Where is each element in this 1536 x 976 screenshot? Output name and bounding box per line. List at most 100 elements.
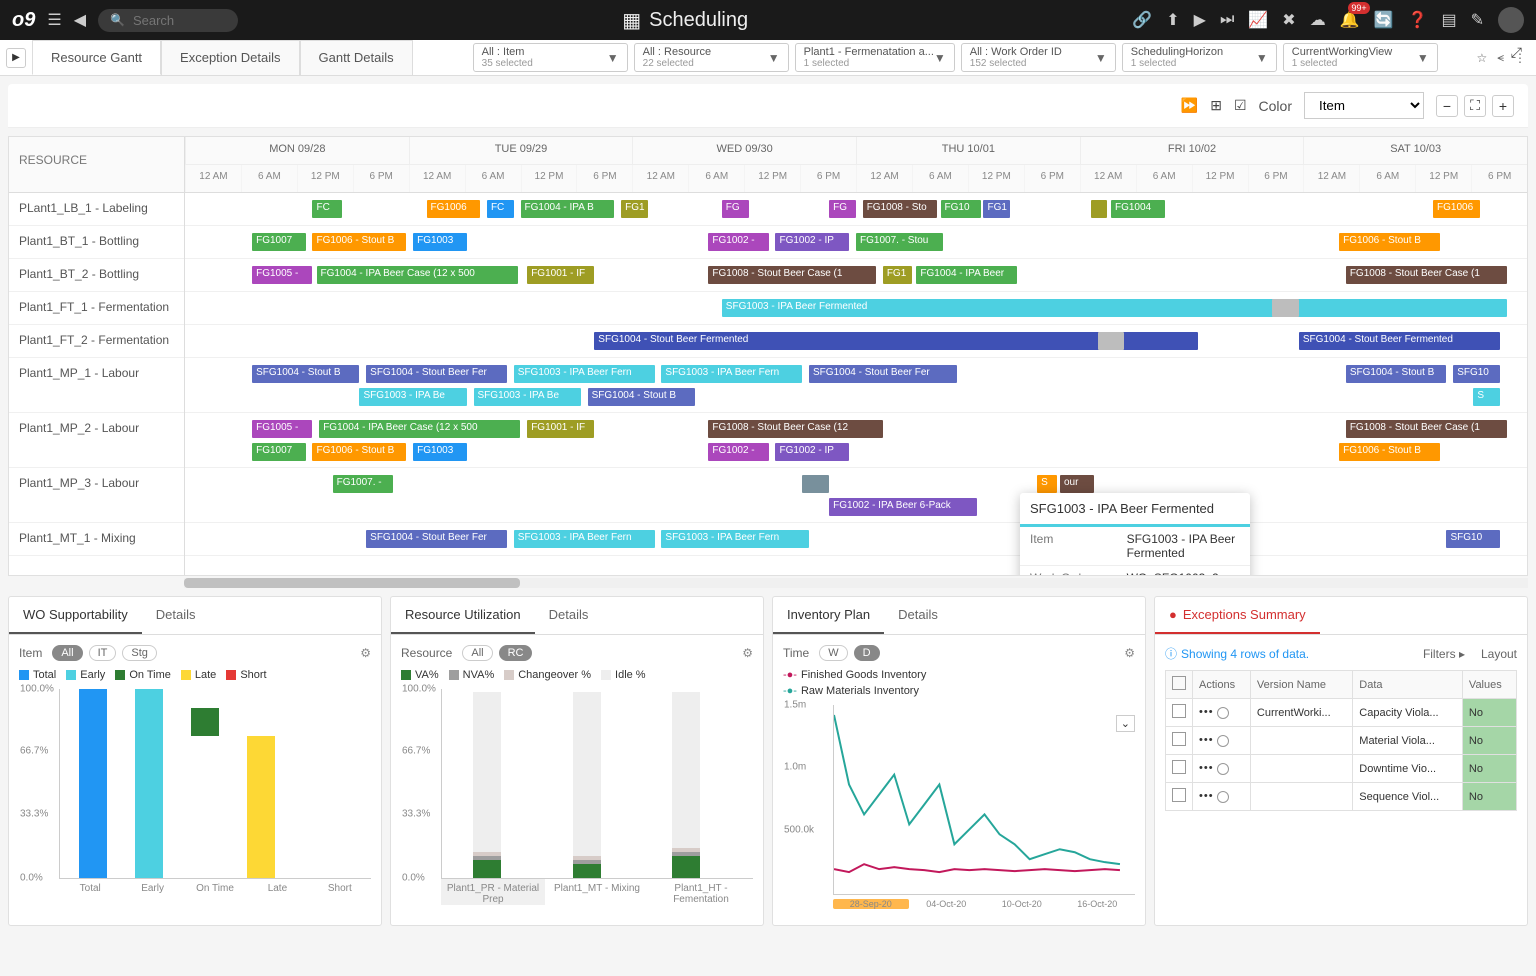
checkbox[interactable] [1172, 704, 1186, 718]
gantt-bar[interactable] [1306, 299, 1507, 317]
gantt-bar[interactable]: FG1002 - IP [775, 233, 849, 251]
tab-gantt-details[interactable]: Gantt Details [300, 40, 413, 75]
gantt-bar[interactable]: SFG10 [1446, 530, 1500, 548]
pill-d[interactable]: D [854, 645, 880, 661]
checkbox-all[interactable] [1172, 676, 1186, 690]
gantt-bar[interactable] [802, 475, 829, 493]
gantt-bar[interactable]: FG1008 - Sto [863, 200, 937, 218]
news-icon[interactable]: ▤ [1441, 10, 1456, 30]
gantt-bar[interactable]: FG1002 - IP [775, 443, 849, 461]
pill-all2[interactable]: All [462, 645, 492, 661]
tab-wo-details[interactable]: Details [142, 597, 210, 634]
gantt-bar[interactable]: FG1007. - Stou [856, 233, 943, 251]
gantt-bar[interactable]: FG1004 - IPA Beer [916, 266, 1017, 284]
gantt-bar[interactable]: FG1001 - IF [527, 420, 594, 438]
gantt-bar[interactable]: FG1002 - IPA Beer 6-Pack [829, 498, 977, 516]
cloud-icon[interactable]: ☁ [1310, 10, 1326, 30]
gantt-bar[interactable]: SFG1003 - IPA Be [474, 388, 581, 406]
gantt-bar[interactable]: FG1008 - Stout Beer Case (1 [1346, 266, 1507, 284]
gantt-bar[interactable]: FG1005 - [252, 420, 312, 438]
filter-chip-2[interactable]: Plant1 - Fermenatation a...1 selected ▼ [795, 43, 955, 72]
gantt-bar[interactable]: SFG1003 - IPA Be [359, 388, 466, 406]
col-header[interactable]: Data [1353, 671, 1463, 699]
close-icon[interactable]: ✖ [1282, 10, 1295, 30]
gantt-bar[interactable]: FG1004 [1111, 200, 1165, 218]
layout-btn[interactable]: Layout [1481, 647, 1517, 661]
tab-resource-util[interactable]: Resource Utilization [391, 597, 535, 634]
gantt-bar[interactable]: SFG1004 - Stout Beer Fer [366, 365, 507, 383]
gantt-bar[interactable]: FG1004 - IPA Beer Case (12 x 500 [317, 266, 518, 284]
filter-chip-1[interactable]: All : Resource22 selected ▼ [634, 43, 789, 72]
gantt-bar[interactable]: FG1002 - [708, 443, 768, 461]
tab-exception-details[interactable]: Exception Details [161, 40, 299, 75]
gantt-bar[interactable]: FG [722, 200, 749, 218]
gantt-bar[interactable]: FG1 [621, 200, 648, 218]
gantt-bar[interactable]: SFG1003 - IPA Beer Fern [514, 530, 655, 548]
gantt-bar[interactable]: FG1006 - Stout B [1339, 443, 1440, 461]
filter-chip-5[interactable]: CurrentWorkingView1 selected ▼ [1283, 43, 1438, 72]
fast-forward-icon[interactable]: ⏩ [1181, 97, 1198, 114]
share-icon[interactable]: ⪪ [1497, 50, 1504, 65]
search-box[interactable]: 🔍 [98, 9, 238, 32]
row-actions[interactable]: ••• [1199, 762, 1214, 774]
gantt-bar[interactable]: SFG10 [1453, 365, 1500, 383]
upload-icon[interactable]: ⬆ [1166, 10, 1179, 30]
gantt-bar[interactable]: FG1004 - IPA Beer Case (12 x 500 [319, 420, 520, 438]
add-icon[interactable]: ⊞ [1210, 97, 1222, 114]
play-icon[interactable]: ▶ [1194, 10, 1206, 30]
gantt-bar[interactable]: FG1003 [413, 233, 467, 251]
gantt-bar[interactable]: FG1 [883, 266, 913, 284]
gear-icon[interactable]: ⚙ [1124, 646, 1135, 660]
gantt-bar[interactable]: FC [312, 200, 342, 218]
gantt-bar[interactable]: FG1007 [252, 233, 306, 251]
pill-all[interactable]: All [52, 645, 82, 661]
gear-icon[interactable]: ⚙ [360, 646, 371, 660]
gantt-bar[interactable]: FG1007. - [333, 475, 393, 493]
gantt-bar[interactable]: SFG1004 - Stout Beer Fermented [1299, 332, 1500, 350]
gantt-bar[interactable]: SFG1004 - Stout Beer Fer [809, 365, 957, 383]
row-actions[interactable]: ••• [1199, 734, 1214, 746]
gantt-bar[interactable]: FG1002 - [708, 233, 768, 251]
filters-btn[interactable]: Filters ▸ [1423, 647, 1465, 661]
pill-w[interactable]: W [819, 645, 847, 661]
tab-exceptions[interactable]: ● Exceptions Summary [1155, 597, 1320, 634]
avatar[interactable] [1498, 7, 1524, 33]
gantt-bar[interactable] [1098, 332, 1125, 350]
row-actions[interactable]: ••• [1199, 706, 1214, 718]
search-input[interactable] [133, 13, 226, 28]
gantt-bar[interactable]: FG1006 [1433, 200, 1480, 218]
pill-rc[interactable]: RC [499, 645, 533, 661]
pill-it[interactable]: IT [89, 645, 117, 661]
link-icon[interactable]: 🔗 [1132, 10, 1152, 30]
gantt-bar[interactable]: FG [829, 200, 856, 218]
checkbox[interactable] [1172, 760, 1186, 774]
expand-toggle[interactable]: ▶ [6, 48, 26, 68]
zoom-out[interactable]: − [1436, 95, 1458, 117]
gantt-bar[interactable]: SFG1004 - Stout B [1346, 365, 1447, 383]
bell-icon[interactable]: 🔔 [1340, 10, 1360, 30]
back-icon[interactable]: ◀ [74, 10, 86, 30]
gantt-bar[interactable]: SFG1003 - IPA Beer Fern [661, 365, 802, 383]
gantt-bar[interactable]: SFG1004 - Stout B [252, 365, 359, 383]
gantt-bar[interactable]: S [1473, 388, 1500, 406]
gantt-bar[interactable]: FG1004 - IPA B [521, 200, 615, 218]
gantt-bar[interactable]: FG1001 - IF [527, 266, 594, 284]
checkbox[interactable] [1172, 732, 1186, 746]
gantt-bar[interactable]: FG1 [983, 200, 1010, 218]
col-header[interactable]: Actions [1193, 671, 1251, 699]
zoom-fit[interactable]: ⛶ [1464, 95, 1486, 117]
gantt-bar[interactable]: SFG1004 - Stout Beer Fer [366, 530, 507, 548]
gantt-bar[interactable]: SFG1003 - IPA Beer Fern [514, 365, 655, 383]
gantt-bar[interactable]: SFG1004 - Stout B [588, 388, 695, 406]
tab-inventory-details[interactable]: Details [884, 597, 952, 634]
refresh-icon[interactable]: 🔄 [1374, 10, 1394, 30]
tab-wo-supportability[interactable]: WO Supportability [9, 597, 142, 634]
tab-resource-details[interactable]: Details [535, 597, 603, 634]
help-icon[interactable]: ❓ [1408, 10, 1428, 30]
tab-inventory-plan[interactable]: Inventory Plan [773, 597, 884, 634]
gantt-bar[interactable]: FC [487, 200, 514, 218]
gantt-bar[interactable]: FG1008 - Stout Beer Case (1 [708, 266, 876, 284]
gantt-bar[interactable]: FG1008 - Stout Beer Case (12 [708, 420, 882, 438]
gantt-bar[interactable]: FG1006 - Stout B [1339, 233, 1440, 251]
color-select[interactable]: Item [1304, 92, 1424, 119]
